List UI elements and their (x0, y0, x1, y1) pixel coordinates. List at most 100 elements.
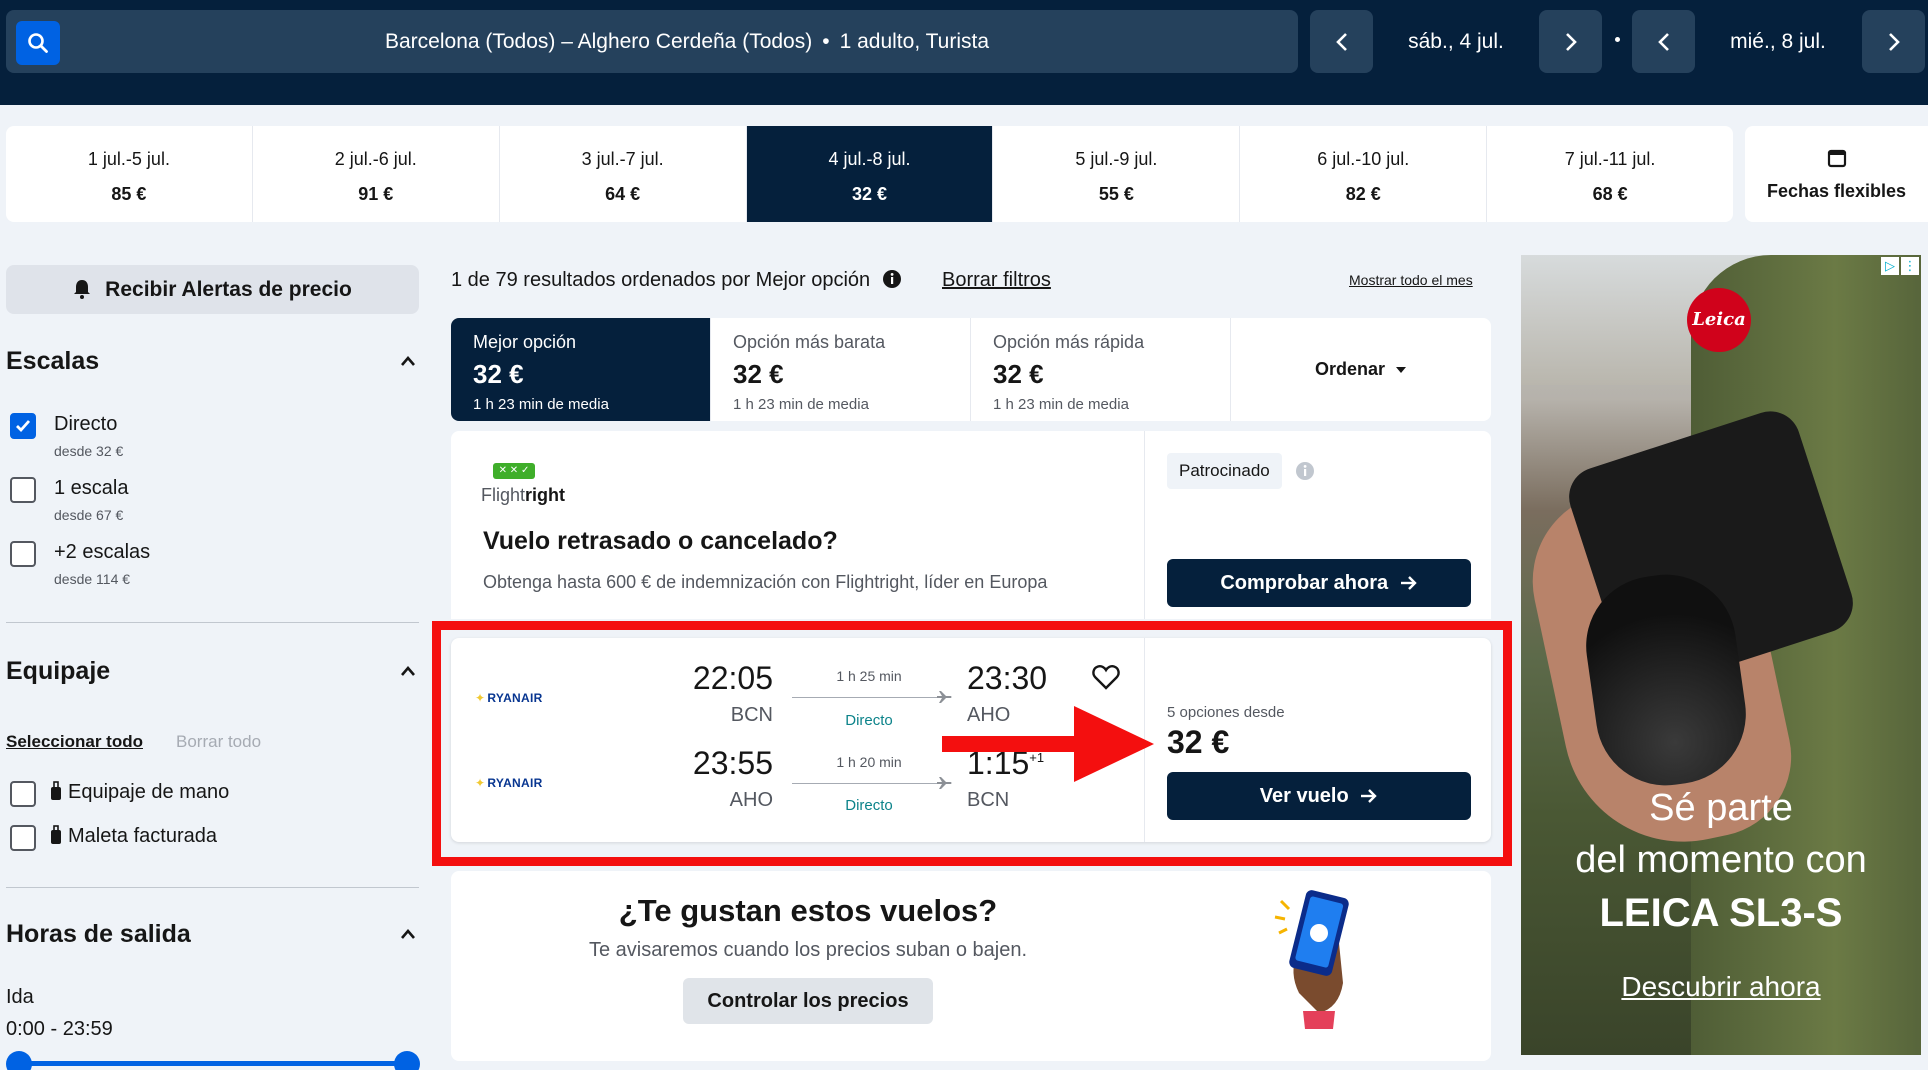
bell-icon (74, 280, 91, 299)
leg-label: Ida (6, 986, 34, 1008)
ad-title: Vuelo retrasado o cancelado? (483, 527, 838, 555)
stop-option-price: desde 67 € (54, 507, 124, 523)
baggage-option-label: Maleta facturada (50, 825, 217, 848)
sponsored-ad-card[interactable]: ✕ ✕ ✓ Flightright Vuelo retrasado o canc… (451, 431, 1491, 619)
date-price-strip: 1 jul.-5 jul. 85 € 2 jul.-6 jul. 91 € 3 ju… (6, 126, 1733, 222)
baggage-option-label: Equipaje de mano (50, 781, 229, 804)
ad-product-name: LEICA SL3-S (1599, 891, 1843, 935)
date-range: 4 jul.-8 jul. (828, 149, 911, 169)
ad-description: Obtenga hasta 600 € de indemnización con… (483, 572, 1048, 592)
baggage-option-text: Maleta facturada (68, 825, 217, 847)
baggage-option-text: Equipaje de mano (68, 781, 230, 803)
flexible-dates-label: Fechas flexibles (1766, 181, 1907, 201)
clear-all-link[interactable]: Borrar todo (176, 732, 261, 752)
discover-now-link[interactable]: Descubrir ahora (1521, 971, 1921, 1003)
sort-tabs: Mejor opción 32 € 1 h 23 min de media Op… (451, 318, 1491, 421)
route-text: Barcelona (Todos) – Alghero Cerdeña (Tod… (384, 30, 813, 53)
date-range: 6 jul.-10 jul. (1317, 149, 1410, 169)
price-alert-label: Recibir Alertas de precio (105, 278, 352, 301)
flexible-dates-button[interactable]: Fechas flexibles (1745, 126, 1928, 222)
date-price: 82 € (1345, 184, 1381, 204)
ad-menu-icon[interactable]: ⋮ (1901, 257, 1919, 275)
results-count: 1 de 79 resultados ordenados por Mejor o… (451, 269, 902, 292)
chevron-left-icon (1657, 32, 1669, 51)
date-separator (1615, 37, 1620, 42)
tab-cheapest[interactable]: Opción más barata 32 € 1 h 23 min de med… (711, 318, 971, 421)
tab-fastest[interactable]: Opción más rápida 32 € 1 h 23 min de med… (971, 318, 1231, 421)
date-price: 91 € (358, 184, 394, 204)
price-tracking-promo: ¿Te gustan estos vuelos? Te avisaremos c… (451, 871, 1491, 1061)
search-summary[interactable]: Barcelona (Todos) – Alghero Cerdeña (Tod… (6, 10, 1298, 73)
return-prev-button[interactable] (1632, 10, 1695, 73)
baggage-title: Equipaje (6, 657, 111, 685)
divider (6, 622, 419, 623)
arrow-right-icon (1400, 576, 1417, 590)
brand-prefix: Flight (481, 485, 526, 505)
tab-duration: 1 h 23 min de media (733, 396, 869, 413)
brand-suffix: right (525, 485, 566, 505)
clear-filters-link[interactable]: Borrar filtros (942, 269, 1051, 292)
checkbox-checked[interactable] (10, 413, 36, 439)
date-option[interactable]: 3 jul.-7 jul. 64 € (500, 126, 747, 222)
divider (6, 887, 419, 888)
date-option[interactable]: 7 jul.-11 jul. 68 € (1487, 126, 1733, 222)
tab-label: Opción más barata (733, 332, 886, 352)
flightright-logo: Flightright (481, 485, 565, 506)
tab-price: 32 € (733, 359, 784, 389)
route-summary: Barcelona (Todos) – Alghero Cerdeña (Tod… (6, 10, 1298, 73)
sort-dropdown[interactable]: Ordenar (1231, 318, 1491, 421)
info-icon[interactable] (1295, 461, 1315, 481)
date-option[interactable]: 6 jul.-10 jul. 82 € (1240, 126, 1488, 222)
ad-headline-line2: del momento con (1575, 839, 1867, 881)
date-price: 55 € (1098, 184, 1134, 204)
stop-option-label: 1 escala (54, 477, 129, 499)
checkbox[interactable] (10, 477, 36, 503)
depart-prev-button[interactable] (1310, 10, 1373, 73)
adchoices-icon[interactable]: ▷ (1881, 257, 1899, 275)
chevron-up-icon[interactable] (400, 928, 416, 940)
leica-logo: Leica (1687, 288, 1751, 352)
chevron-up-icon[interactable] (400, 665, 416, 677)
highlight-arrow-icon (942, 706, 1154, 782)
check-now-label: Comprobar ahora (1220, 572, 1389, 594)
leica-banner-ad[interactable]: Leica ▷ ⋮ Sé parte del momento con LEICA… (1521, 255, 1921, 1055)
depart-date[interactable]: sáb., 4 jul. (1375, 10, 1537, 73)
chevron-right-icon (1888, 32, 1900, 51)
time-slider-track[interactable] (18, 1061, 408, 1066)
tab-label: Opción más rápida (993, 332, 1145, 352)
promo-subtitle: Te avisaremos cuando los precios suban o… (588, 939, 1028, 961)
date-option[interactable]: 1 jul.-5 jul. 85 € (6, 126, 253, 222)
return-next-button[interactable] (1862, 10, 1925, 73)
show-month-link[interactable]: Mostrar todo el mes (1349, 272, 1473, 288)
checkbox[interactable] (10, 541, 36, 567)
chevron-right-icon (1565, 32, 1577, 51)
date-option[interactable]: 2 jul.-6 jul. 91 € (253, 126, 500, 222)
date-option[interactable]: 5 jul.-9 jul. 55 € (993, 126, 1241, 222)
flightright-logo-mark: ✕ ✕ ✓ (493, 463, 535, 479)
stops-title: Escalas (6, 347, 100, 375)
checkbox[interactable] (10, 825, 36, 851)
tab-price: 32 € (473, 359, 524, 389)
date-price: 32 € (851, 184, 888, 204)
tab-best[interactable]: Mejor opción 32 € 1 h 23 min de media (451, 318, 711, 421)
chevron-up-icon[interactable] (400, 355, 416, 367)
time-slider-end-handle[interactable] (394, 1051, 420, 1070)
depart-next-button[interactable] (1539, 10, 1602, 73)
return-date[interactable]: mié., 8 jul. (1697, 10, 1859, 73)
chevron-left-icon (1335, 32, 1347, 51)
stop-option-label: Directo (54, 413, 118, 435)
time-slider-start-handle[interactable] (6, 1051, 32, 1070)
stop-option-price: desde 114 € (54, 571, 131, 587)
suitcase-icon (51, 825, 61, 844)
promo-title: ¿Te gustan estos vuelos? (618, 893, 998, 928)
select-all-link[interactable]: Seleccionar todo (6, 732, 143, 752)
track-prices-button[interactable]: Controlar los precios (683, 978, 933, 1024)
price-alert-button[interactable]: Recibir Alertas de precio (6, 265, 419, 314)
checkbox[interactable] (10, 781, 36, 807)
ad-headline-line1: Sé parte (1649, 787, 1793, 829)
stop-option-price: desde 32 € (54, 443, 124, 459)
date-price: 64 € (605, 184, 641, 204)
check-now-button[interactable]: Comprobar ahora (1167, 559, 1471, 607)
date-option-selected[interactable]: 4 jul.-8 jul. 32 € (746, 126, 994, 222)
info-icon[interactable] (882, 269, 902, 289)
